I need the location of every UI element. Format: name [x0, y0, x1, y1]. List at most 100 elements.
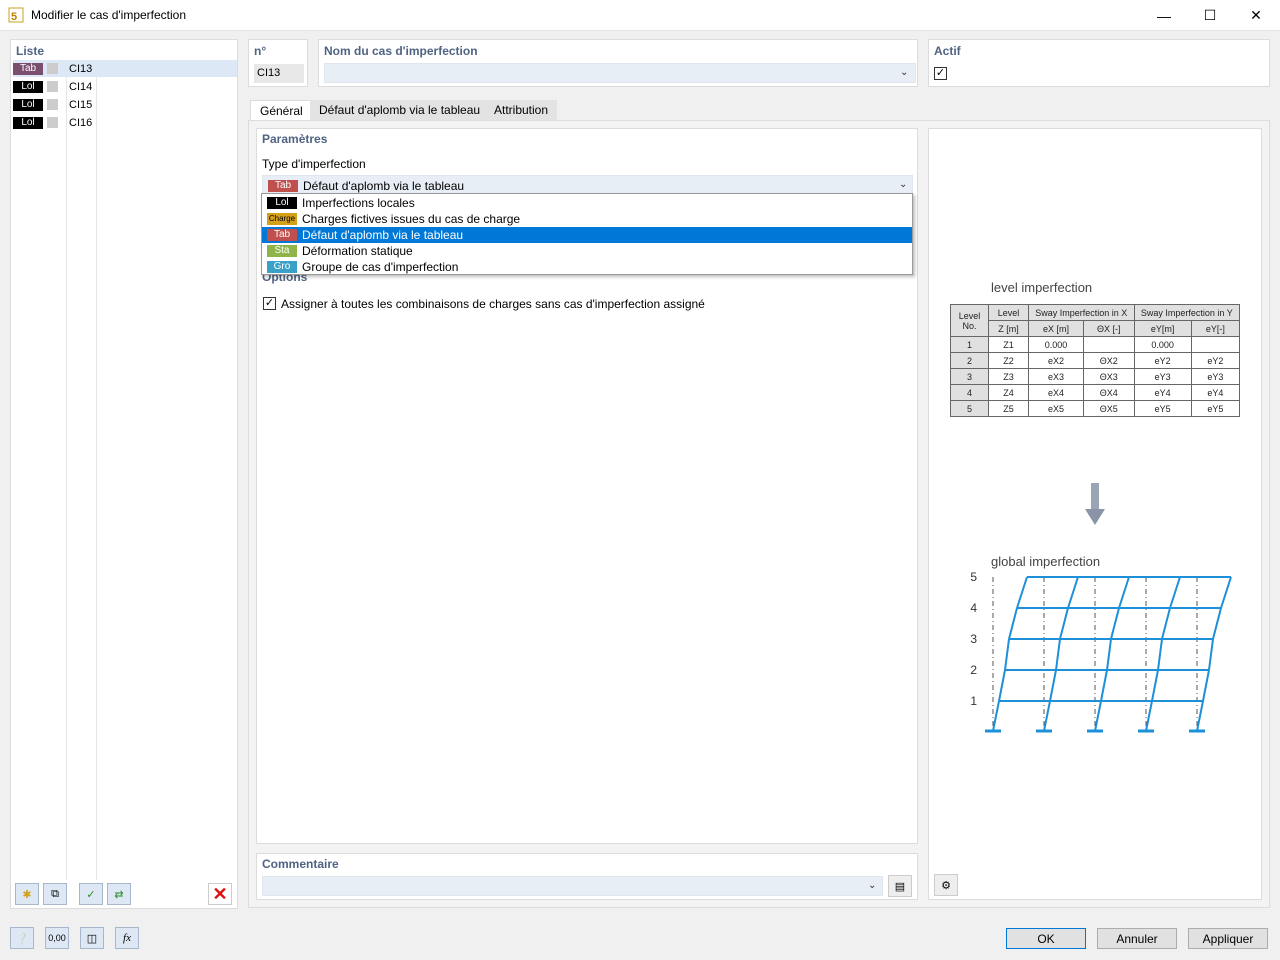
list-item[interactable]: Lol CI14: [13, 78, 237, 95]
level-table-row: 4 Z4 eX4 ΘX4 eY4 eY4: [950, 384, 1241, 401]
minimize-button[interactable]: —: [1141, 0, 1187, 31]
frame-member: [1106, 638, 1112, 671]
preview-options-button[interactable]: ⚙: [934, 874, 958, 896]
list-panel: Liste Tab CI13 Lol CI14 Lol CI15 Lol CI16 ✱ ⧉ ✓…: [10, 39, 238, 909]
active-panel: Actif ✓: [928, 39, 1270, 87]
level-table-row: 3 Z3 eX3 ΘX3 eY3 eY3: [950, 368, 1241, 385]
color-swatch: [47, 63, 58, 74]
type-option-tag: Tab: [267, 229, 297, 241]
level-table-cell: eX2: [1028, 352, 1084, 369]
window-title: Modifier le cas d'imperfection: [31, 8, 187, 22]
level-table-cell: eX5: [1028, 400, 1084, 417]
list-item-name: CI13: [69, 62, 93, 75]
type-selected-label: Défaut d'aplomb via le tableau: [303, 179, 465, 193]
type-tag: Tab: [268, 180, 298, 192]
type-option-tag: Charge: [267, 213, 297, 225]
down-arrow-icon: [1085, 483, 1105, 525]
help-button[interactable]: ❔: [10, 927, 34, 949]
level-table-cell: Z3: [988, 368, 1029, 385]
frame-member: [1008, 607, 1018, 640]
title-bar: 5 Modifier le cas d'imperfection — ☐ ✕: [0, 0, 1280, 31]
units-button[interactable]: 0,00: [45, 927, 69, 949]
list-item-tag: Lol: [13, 98, 43, 111]
frame-member: [1118, 576, 1130, 609]
frame-member: [1110, 607, 1120, 640]
tab-attribution[interactable]: Attribution: [485, 100, 558, 120]
apply-button[interactable]: Appliquer: [1188, 928, 1268, 949]
frame-member: [1049, 669, 1057, 702]
level-table-cell: 0.000: [1133, 336, 1192, 353]
assign-checkbox[interactable]: ✓: [263, 297, 276, 310]
level-table-cell: ΘX2: [1082, 352, 1135, 369]
comment-panel: Commentaire ⌄ ▤: [256, 853, 918, 900]
level-table-cell: ΘX3: [1082, 368, 1135, 385]
number-field[interactable]: CI13: [254, 64, 304, 83]
close-window-button[interactable]: ✕: [1233, 0, 1279, 31]
frame-level-label: 1: [970, 694, 977, 708]
level-table-subheader: eY[m]: [1133, 320, 1192, 337]
tab-general[interactable]: Général: [250, 100, 313, 120]
level-table-cell: ΘX4: [1082, 384, 1135, 401]
level-table-cell: eY3: [1190, 368, 1241, 385]
level-table-cell: 5: [950, 400, 989, 417]
active-label: Actif: [934, 44, 961, 58]
frame-member: [1043, 700, 1051, 732]
frame-member: [1100, 669, 1108, 702]
type-option[interactable]: Tab Défaut d'aplomb via le tableau: [262, 227, 912, 243]
type-option-label: Déformation statique: [302, 244, 413, 258]
active-checkbox[interactable]: ✓: [934, 67, 947, 80]
frame-level-label: 2: [970, 663, 977, 677]
level-table-row: 5 Z5 eX5 ΘX5 eY5 eY5: [950, 400, 1241, 417]
list-item-tag: Lol: [13, 116, 43, 129]
cancel-button[interactable]: Annuler: [1097, 928, 1177, 949]
level-imperfection-title: level imperfection: [991, 280, 1093, 295]
check-all-button[interactable]: ✓: [79, 883, 103, 905]
uncheck-button[interactable]: ⇄: [107, 883, 131, 905]
list-item[interactable]: Tab CI13: [13, 60, 237, 77]
level-table-cell: 2: [950, 352, 989, 369]
comment-combo[interactable]: ⌄: [262, 876, 883, 896]
type-option-tag: Gro: [267, 261, 297, 273]
name-combo[interactable]: ⌄: [324, 63, 916, 83]
level-table-cell: eY2: [1133, 352, 1192, 369]
type-option-label: Imperfections locales: [302, 196, 415, 210]
delete-button[interactable]: ✕: [208, 883, 232, 905]
copy-case-button[interactable]: ⧉: [43, 883, 67, 905]
frame-member: [1169, 576, 1181, 609]
level-table-cell: 1: [950, 336, 989, 353]
level-table-subheader: Z [m]: [988, 320, 1029, 337]
type-option[interactable]: Lol Imperfections locales: [262, 195, 912, 211]
ok-button[interactable]: OK: [1006, 928, 1086, 949]
level-table-subheader: ΘX [-]: [1082, 320, 1135, 337]
tab-sway-table[interactable]: Défaut d'aplomb via le tableau: [310, 100, 490, 120]
number-label: n°: [254, 44, 267, 58]
chevron-down-icon: ⌄: [900, 67, 909, 78]
list-title: Liste: [16, 44, 45, 58]
level-table-cell: Z1: [988, 336, 1029, 353]
maximize-button[interactable]: ☐: [1187, 0, 1233, 31]
new-case-button[interactable]: ✱: [15, 883, 39, 905]
level-table-cell: 0.000: [1028, 336, 1084, 353]
color-swatch: [47, 99, 58, 110]
level-table-cell: eY3: [1133, 368, 1192, 385]
frame-member: [1145, 700, 1153, 732]
level-table-subheader: eX [m]: [1028, 320, 1084, 337]
type-option[interactable]: Charge Charges fictives issues du cas de …: [262, 211, 912, 227]
type-option[interactable]: Sta Déformation statique: [262, 243, 912, 259]
list-item[interactable]: Lol CI15: [13, 96, 237, 113]
level-table-header: Sway Imperfection in X: [1028, 304, 1135, 321]
level-table: Level No. Level Sway Imperfection in X S…: [950, 304, 1241, 417]
level-table-cell: 4: [950, 384, 989, 401]
type-combo[interactable]: Tab Défaut d'aplomb via le tableau ⌄: [262, 175, 913, 195]
level-table-cell: eY4: [1190, 384, 1241, 401]
display-button[interactable]: ◫: [80, 927, 104, 949]
level-table-header: Level No.: [950, 304, 989, 337]
level-table-cell: [1190, 336, 1241, 353]
list-item[interactable]: Lol CI16: [13, 114, 237, 131]
frame-member: [1212, 607, 1222, 640]
formula-button[interactable]: fx: [115, 927, 139, 949]
global-imperfection-title: global imperfection: [991, 554, 1101, 569]
comment-library-button[interactable]: ▤: [888, 875, 912, 897]
type-option[interactable]: Gro Groupe de cas d'imperfection: [262, 259, 912, 275]
frame-member: [1004, 638, 1010, 671]
